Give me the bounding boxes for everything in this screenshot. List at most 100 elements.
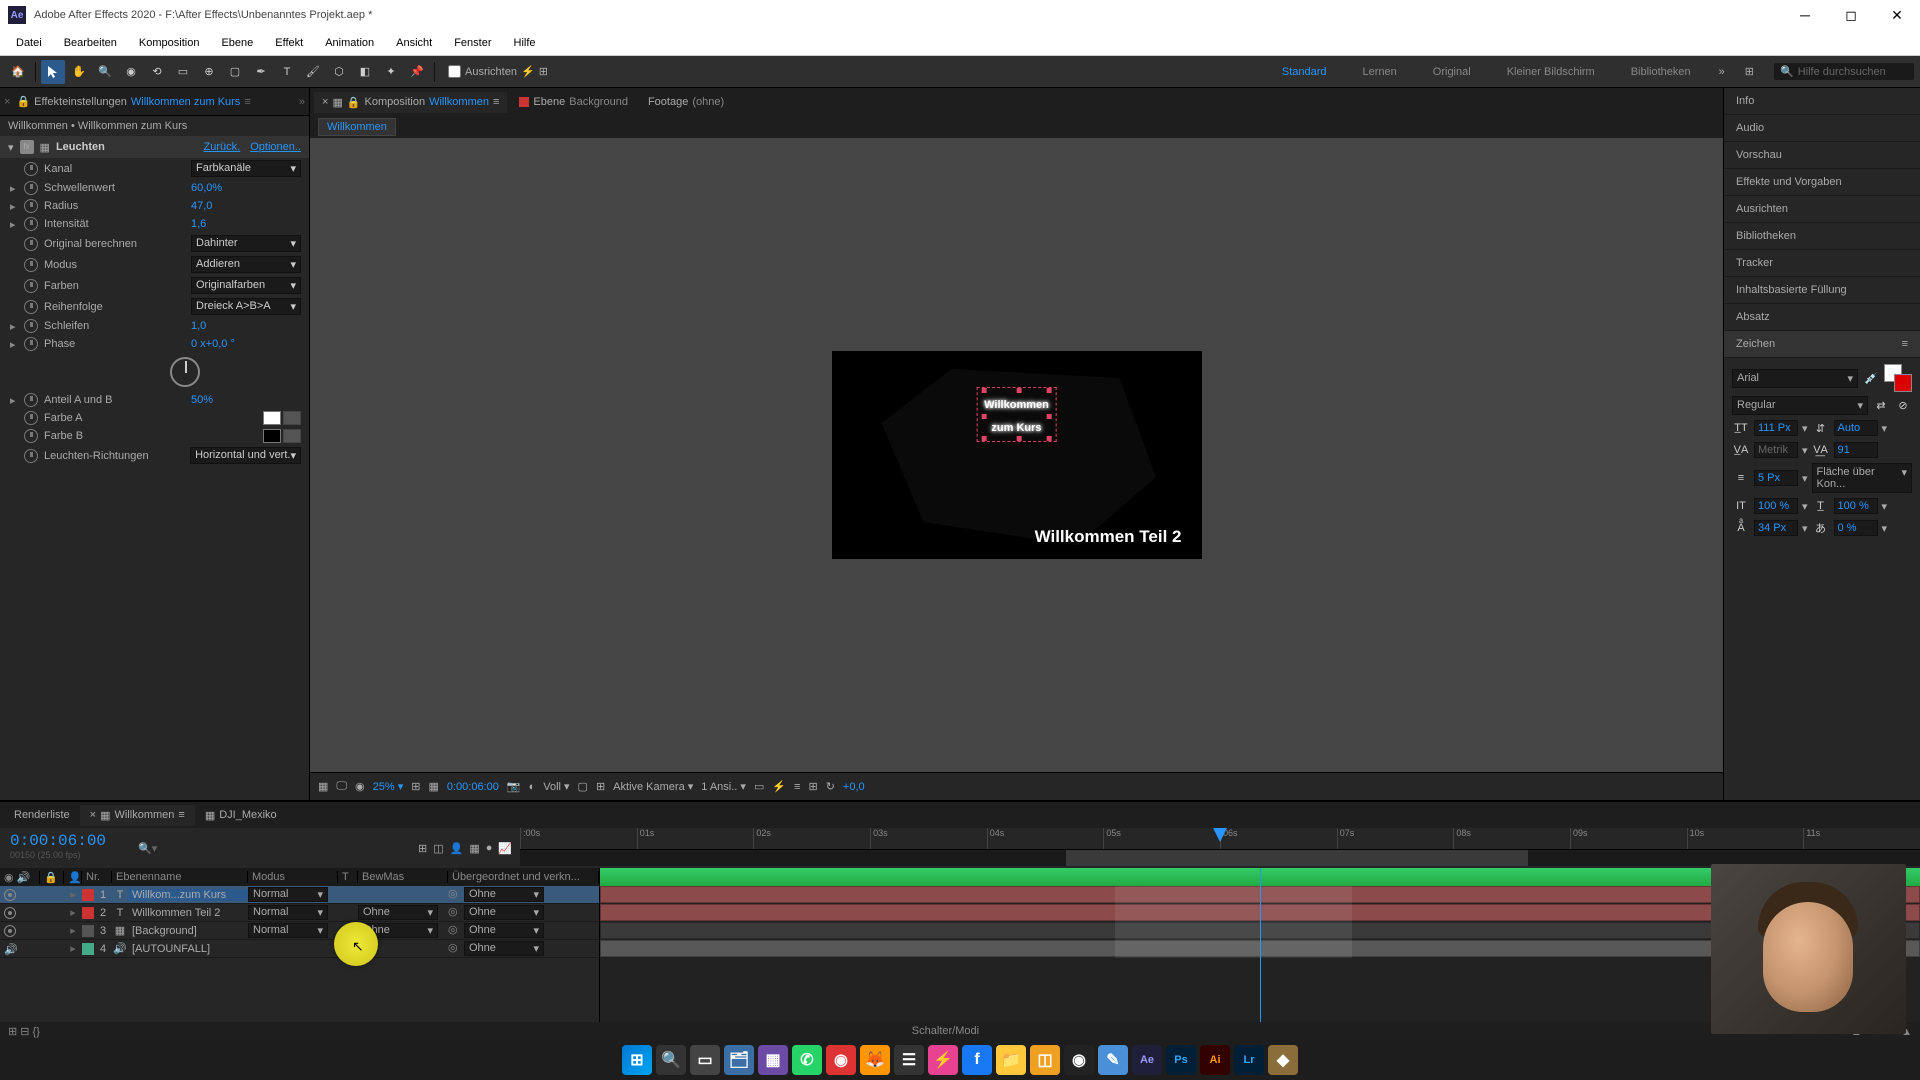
comp-breadcrumb-item[interactable]: Willkommen <box>318 118 396 136</box>
pickwhip-icon[interactable]: ◎ <box>448 887 462 901</box>
color-swatch[interactable] <box>263 411 281 425</box>
pickwhip-icon[interactable]: ◎ <box>448 941 462 955</box>
panel-overflow-icon[interactable]: » <box>299 96 305 108</box>
roto-tool-icon[interactable]: ✦ <box>379 60 403 84</box>
task-view-icon[interactable]: ▭ <box>690 1045 720 1075</box>
vscale-input[interactable]: 100 % <box>1754 498 1798 514</box>
panel-menu-icon[interactable]: ≡ <box>244 96 250 108</box>
tab-audio[interactable]: Audio <box>1724 115 1920 142</box>
prop-value[interactable]: 1,6 <box>191 218 301 230</box>
start-button[interactable]: ⊞ <box>622 1045 652 1075</box>
text-layer-teil2[interactable]: Willkommen Teil 2 <box>1035 527 1182 547</box>
tab-close-icon[interactable]: × <box>322 96 328 108</box>
timecode-display[interactable]: 0:00:06:00 00150 (25.00 fps) <box>0 828 130 868</box>
layer-color[interactable] <box>82 943 94 955</box>
tab-lock-icon[interactable]: 🔒 <box>347 96 361 109</box>
maximize-button[interactable]: ◻ <box>1836 5 1866 25</box>
snap-options-icon[interactable]: ⚡ <box>521 65 535 78</box>
hscale-input[interactable]: 100 % <box>1834 498 1878 514</box>
stopwatch-icon[interactable] <box>24 162 38 176</box>
comp-tab-willkommen[interactable]: × ▦ 🔒 Komposition Willkommen ≡ <box>314 92 507 113</box>
eraser-tool-icon[interactable]: ◧ <box>353 60 377 84</box>
prop-dropdown[interactable]: Dahinter▾ <box>191 235 301 252</box>
minimize-button[interactable]: ─ <box>1790 5 1820 25</box>
stopwatch-icon[interactable] <box>24 337 38 351</box>
parent-dropdown[interactable]: Ohne▾ <box>464 941 544 956</box>
folder-icon[interactable]: 📁 <box>996 1045 1026 1075</box>
fx-mask-icon[interactable]: ▦ <box>40 141 50 154</box>
blend-mode-dropdown[interactable]: Normal▾ <box>248 905 328 920</box>
workspace-original[interactable]: Original <box>1425 62 1479 82</box>
stroke-position-dropdown[interactable]: Fläche über Kon...▾ <box>1812 463 1912 493</box>
shy-icon[interactable]: 👤 <box>450 842 464 855</box>
stopwatch-icon[interactable] <box>24 300 38 314</box>
stopwatch-icon[interactable] <box>24 258 38 272</box>
time-display[interactable]: 0:00:06:00 <box>447 781 499 793</box>
swap-colors-icon[interactable]: ⇄ <box>1872 397 1890 415</box>
fill-stroke-swatch[interactable] <box>1884 364 1912 392</box>
fx-collapse-icon[interactable]: ▾ <box>8 141 14 154</box>
layer-color[interactable] <box>82 907 94 919</box>
brush-tool-icon[interactable]: 🖌 <box>301 60 325 84</box>
pickwhip-icon[interactable]: ◎ <box>448 905 462 919</box>
tab-vorschau[interactable]: Vorschau <box>1724 142 1920 169</box>
camera-tool-icon[interactable]: ▭ <box>171 60 195 84</box>
channel-icon[interactable]: ◐ <box>529 781 536 793</box>
stopwatch-icon[interactable] <box>24 429 38 443</box>
draft3d-icon[interactable]: ◫ <box>433 842 443 855</box>
menu-bearbeiten[interactable]: Bearbeiten <box>54 33 127 53</box>
tab-absatz[interactable]: Absatz <box>1724 304 1920 331</box>
font-family-dropdown[interactable]: Arial▾ <box>1732 369 1858 388</box>
mask-icon[interactable]: ◉ <box>355 780 365 793</box>
obs-icon[interactable]: ◉ <box>1064 1045 1094 1075</box>
help-search[interactable]: 🔍 Hilfe durchsuchen <box>1774 63 1914 80</box>
grid-icon[interactable]: ⊞ <box>596 780 605 793</box>
orbit-tool-icon[interactable]: ◉ <box>119 60 143 84</box>
tab-fuellung[interactable]: Inhaltsbasierte Füllung <box>1724 277 1920 304</box>
workspace-lernen[interactable]: Lernen <box>1355 62 1405 82</box>
panel-menu-icon[interactable]: ≡ <box>178 809 184 821</box>
after-effects-icon[interactable]: Ae <box>1132 1045 1162 1075</box>
resolution-dropdown[interactable]: Voll ▾ <box>543 780 569 793</box>
menu-ebene[interactable]: Ebene <box>211 33 263 53</box>
stopwatch-icon[interactable] <box>24 199 38 213</box>
tsume-input[interactable]: 0 % <box>1834 520 1878 536</box>
firefox-icon[interactable]: 🦊 <box>860 1045 890 1075</box>
prop-dropdown[interactable]: Farbkanäle▾ <box>191 160 301 177</box>
switcher-label[interactable]: Schalter/Modi <box>912 1025 979 1037</box>
close-button[interactable]: ✕ <box>1882 5 1912 25</box>
app-icon-5[interactable]: ✎ <box>1098 1045 1128 1075</box>
workspace-more-icon[interactable]: » <box>1719 66 1725 78</box>
search-icon[interactable]: 🔍 <box>656 1045 686 1075</box>
baseline-input[interactable]: 34 Px <box>1754 520 1798 536</box>
eye-icon[interactable] <box>4 889 16 901</box>
tab-bibliotheken[interactable]: Bibliotheken <box>1724 223 1920 250</box>
track-matte-dropdown[interactable]: Ohne▾ <box>358 905 438 920</box>
snapshot-icon[interactable]: 📷 <box>507 780 521 793</box>
fast-preview-icon[interactable]: ⚡ <box>772 780 786 793</box>
font-size-input[interactable]: 111 Px <box>1754 420 1798 436</box>
comp-viewer[interactable]: Willkommenzum Kurs Willkommen Teil 2 <box>310 138 1723 772</box>
prop-value[interactable]: 60,0% <box>191 182 301 194</box>
rectangle-tool-icon[interactable]: ▢ <box>223 60 247 84</box>
layer-name[interactable]: [AUTOUNFALL] <box>128 943 248 955</box>
layer-name[interactable]: [Background] <box>128 925 248 937</box>
clone-tool-icon[interactable]: ⬡ <box>327 60 351 84</box>
eyedropper-icon[interactable] <box>283 429 301 443</box>
eyedropper-icon[interactable] <box>283 411 301 425</box>
blend-mode-dropdown[interactable]: Normal▾ <box>248 887 328 902</box>
camera-dropdown[interactable]: Aktive Kamera ▾ <box>613 780 693 793</box>
rotate-tool-icon[interactable]: ⟲ <box>145 60 169 84</box>
snap-checkbox[interactable] <box>448 65 461 78</box>
prop-dropdown[interactable]: Originalfarben▾ <box>191 277 301 294</box>
tab-ausrichten[interactable]: Ausrichten <box>1724 196 1920 223</box>
stopwatch-icon[interactable] <box>24 181 38 195</box>
tl-tab-renderliste[interactable]: Renderliste <box>4 805 80 825</box>
facebook-icon[interactable]: f <box>962 1045 992 1075</box>
app-icon-1[interactable]: ▦ <box>758 1045 788 1075</box>
whatsapp-icon[interactable]: ✆ <box>792 1045 822 1075</box>
tl-tab-willkommen[interactable]: × ▦ Willkommen ≡ <box>80 805 195 826</box>
tab-zeichen[interactable]: Zeichen≡ <box>1724 331 1920 358</box>
workspace-grid-icon[interactable]: ⊞ <box>1745 65 1754 78</box>
prop-dropdown[interactable]: Dreieck A>B>A▾ <box>191 298 301 315</box>
